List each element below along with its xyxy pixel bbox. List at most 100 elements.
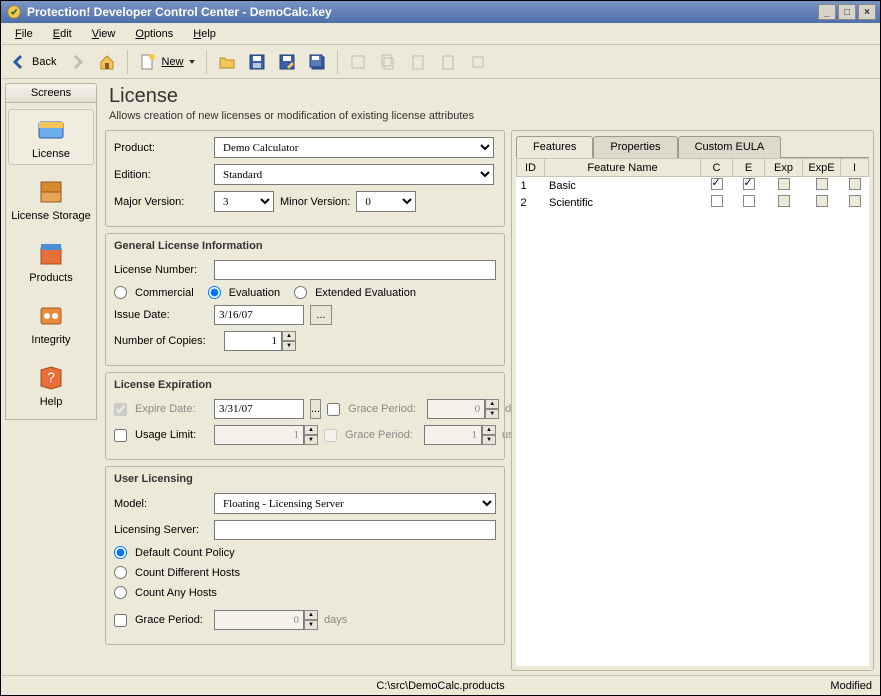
sidebar-label: License	[32, 148, 70, 160]
col-i[interactable]: I	[841, 159, 869, 177]
licensing-server-input[interactable]	[214, 520, 496, 540]
user-days-label: days	[324, 614, 347, 626]
product-select[interactable]: Demo Calculator	[214, 137, 494, 158]
menu-view[interactable]: View	[82, 25, 126, 43]
checkbox-icon[interactable]	[743, 178, 755, 190]
menu-file[interactable]: File	[5, 25, 43, 43]
back-button[interactable]: Back	[5, 49, 61, 75]
new-button[interactable]: New	[134, 49, 200, 75]
col-feature-name[interactable]: Feature Name	[545, 159, 701, 177]
usage-limit-checkbox[interactable]: Usage Limit:	[114, 429, 208, 442]
spin-down-icon[interactable]: ▼	[282, 341, 296, 351]
edition-label: Edition:	[114, 169, 208, 181]
copies-spinner[interactable]: ▲▼	[224, 331, 296, 351]
commercial-radio[interactable]: Commercial	[114, 286, 194, 299]
licensing-server-label: Licensing Server:	[114, 524, 208, 536]
cut-button[interactable]	[344, 49, 372, 75]
general-panel: General License Information License Numb…	[105, 233, 505, 366]
tab-custom-eula[interactable]: Custom EULA	[678, 136, 782, 158]
sidebar-item-license[interactable]: License	[8, 109, 94, 165]
copy-icon	[379, 53, 397, 71]
model-select[interactable]: Floating - Licensing Server	[214, 493, 496, 514]
save-all-button[interactable]	[303, 49, 331, 75]
sidebar-item-help[interactable]: ? Help	[8, 357, 94, 413]
col-expe[interactable]: ExpE	[803, 159, 841, 177]
evaluation-radio[interactable]: Evaluation	[208, 286, 280, 299]
expire-date-checkbox[interactable]: Expire Date:	[114, 403, 208, 416]
folder-open-icon	[218, 53, 236, 71]
grace-days-spinner[interactable]: ▲▼	[427, 399, 499, 419]
col-c[interactable]: C	[701, 159, 733, 177]
major-version-select[interactable]: 3	[214, 191, 274, 212]
sidebar-item-integrity[interactable]: Integrity	[8, 295, 94, 351]
paste-button[interactable]	[404, 49, 432, 75]
delete-icon	[439, 53, 457, 71]
close-button[interactable]: ×	[858, 4, 876, 20]
storage-icon	[35, 176, 67, 208]
home-icon	[98, 53, 116, 71]
checkbox-icon[interactable]	[849, 195, 861, 207]
tab-features[interactable]: Features	[516, 136, 593, 158]
maximize-button[interactable]: □	[838, 4, 856, 20]
products-icon	[35, 238, 67, 270]
extended-eval-radio[interactable]: Extended Evaluation	[294, 286, 416, 299]
features-table: ID Feature Name C E Exp ExpE I 1Basic2Sc…	[516, 158, 869, 211]
copies-label: Number of Copies:	[114, 335, 218, 347]
general-group-title: General License Information	[114, 240, 496, 252]
issue-date-picker-button[interactable]: ...	[310, 305, 332, 325]
save-button[interactable]	[243, 49, 271, 75]
grace-usages-spinner[interactable]: ▲▼	[424, 425, 496, 445]
checkbox-icon[interactable]	[711, 195, 723, 207]
col-exp[interactable]: Exp	[765, 159, 803, 177]
grace-period-days-checkbox[interactable]: Grace Period:	[327, 403, 421, 416]
spin-up-icon[interactable]: ▲	[282, 331, 296, 341]
user-group-title: User Licensing	[114, 473, 496, 485]
minor-version-select[interactable]: 0	[356, 191, 416, 212]
sidebar-label: License Storage	[11, 210, 91, 222]
misc-button[interactable]	[464, 49, 492, 75]
user-grace-spinner[interactable]: ▲▼	[214, 610, 318, 630]
count-different-hosts-radio[interactable]: Count Different Hosts	[114, 566, 240, 579]
issue-date-input[interactable]	[214, 305, 304, 325]
home-button[interactable]	[93, 49, 121, 75]
usage-limit-spinner[interactable]: ▲▼	[214, 425, 318, 445]
svg-text:?: ?	[47, 369, 55, 385]
open-button[interactable]	[213, 49, 241, 75]
floppy-icon	[248, 53, 266, 71]
count-any-hosts-radio[interactable]: Count Any Hosts	[114, 586, 217, 599]
checkbox-icon[interactable]	[849, 178, 861, 190]
checkbox-icon[interactable]	[778, 178, 790, 190]
expiration-panel: License Expiration Expire Date: ... Grac…	[105, 372, 505, 460]
menu-options[interactable]: Options	[125, 25, 183, 43]
expire-date-picker-button[interactable]: ...	[310, 399, 321, 419]
col-e[interactable]: E	[733, 159, 765, 177]
checkbox-icon[interactable]	[711, 178, 723, 190]
checkbox-icon[interactable]	[816, 178, 828, 190]
delete-button[interactable]	[434, 49, 462, 75]
checkbox-icon[interactable]	[816, 195, 828, 207]
menu-help[interactable]: Help	[183, 25, 226, 43]
grace-period-usages-checkbox[interactable]: Grace Period:	[324, 429, 418, 442]
back-label: Back	[32, 56, 56, 68]
product-label: Product:	[114, 142, 208, 154]
sidebar-item-products[interactable]: Products	[8, 233, 94, 289]
checkbox-icon[interactable]	[778, 195, 790, 207]
menu-edit[interactable]: Edit	[43, 25, 82, 43]
default-count-policy-radio[interactable]: Default Count Policy	[114, 546, 235, 559]
forward-button[interactable]	[63, 49, 91, 75]
expire-date-input[interactable]	[214, 399, 304, 419]
save-as-button[interactable]	[273, 49, 301, 75]
tab-properties[interactable]: Properties	[593, 136, 677, 158]
edition-select[interactable]: Standard	[214, 164, 494, 185]
table-row[interactable]: 1Basic	[517, 177, 869, 195]
col-id[interactable]: ID	[517, 159, 545, 177]
license-number-input[interactable]	[214, 260, 496, 280]
table-row[interactable]: 2Scientific	[517, 194, 869, 211]
titlebar: Protection! Developer Control Center - D…	[1, 1, 880, 23]
checkbox-icon[interactable]	[743, 195, 755, 207]
copy-button[interactable]	[374, 49, 402, 75]
sidebar-item-license-storage[interactable]: License Storage	[8, 171, 94, 227]
minimize-button[interactable]: _	[818, 4, 836, 20]
user-grace-period-checkbox[interactable]: Grace Period:	[114, 614, 208, 627]
sidebar-label: Integrity	[31, 334, 70, 346]
